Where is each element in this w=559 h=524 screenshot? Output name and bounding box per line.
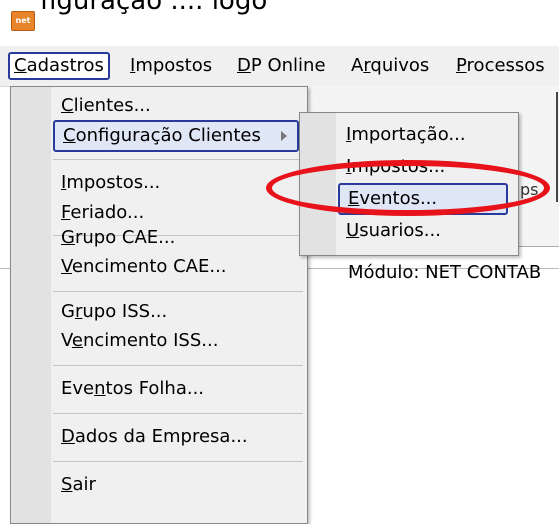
menu-item-grupo-cae[interactable]: Grupo CAE... — [53, 224, 183, 252]
menu-separator — [53, 159, 303, 160]
submenu-item-usuarios[interactable]: Usuarios... — [338, 217, 449, 245]
menu-item-grupo-iss[interactable]: Grupo ISS... — [53, 298, 175, 326]
cropped-caption-text: figuraçao .... logo — [40, 0, 268, 16]
menu-impostos[interactable]: Impostos — [126, 54, 216, 78]
menu-separator — [53, 291, 303, 292]
menu-processos[interactable]: Processos — [452, 54, 549, 78]
menu-bar: Cadastros Impostos DP Online Arquivos Pr… — [0, 46, 559, 87]
menu-item-feriado[interactable]: Feriado... — [53, 199, 152, 227]
submenu-arrow-icon — [281, 131, 287, 141]
menu-separator — [53, 365, 303, 366]
menu-separator — [53, 461, 303, 462]
background-divider — [556, 92, 558, 202]
net-app-icon: net — [11, 11, 35, 31]
menu-item-vencimento-iss[interactable]: Vencimento ISS... — [53, 327, 226, 355]
submenu-item-importacao[interactable]: Importação... — [338, 121, 474, 149]
annotation-highlight-ellipse — [266, 160, 550, 216]
menu-icon-gutter — [11, 87, 51, 523]
menu-cadastros[interactable]: Cadastros — [8, 52, 110, 80]
menu-arquivos[interactable]: Arquivos — [347, 54, 433, 78]
menu-item-sair[interactable]: Sair — [53, 471, 104, 499]
menu-item-clientes[interactable]: Clientes... — [53, 92, 159, 120]
menu-item-eventos-folha[interactable]: Eventos Folha... — [53, 375, 212, 403]
menu-item-configuracao-clientes[interactable]: Configuração Clientes — [53, 120, 299, 152]
menu-separator — [53, 413, 303, 414]
menu-dp-online[interactable]: DP Online — [233, 54, 330, 78]
menu-item-vencimento-cae[interactable]: Vencimento CAE... — [53, 253, 235, 281]
menu-item-dados-empresa[interactable]: Dados da Empresa... — [53, 423, 256, 451]
module-label: Módulo: NET CONTAB — [348, 262, 542, 283]
menu-item-impostos[interactable]: Impostos... — [53, 169, 168, 197]
cadastros-dropdown: Clientes... Configuração Clientes Impost… — [10, 86, 308, 524]
